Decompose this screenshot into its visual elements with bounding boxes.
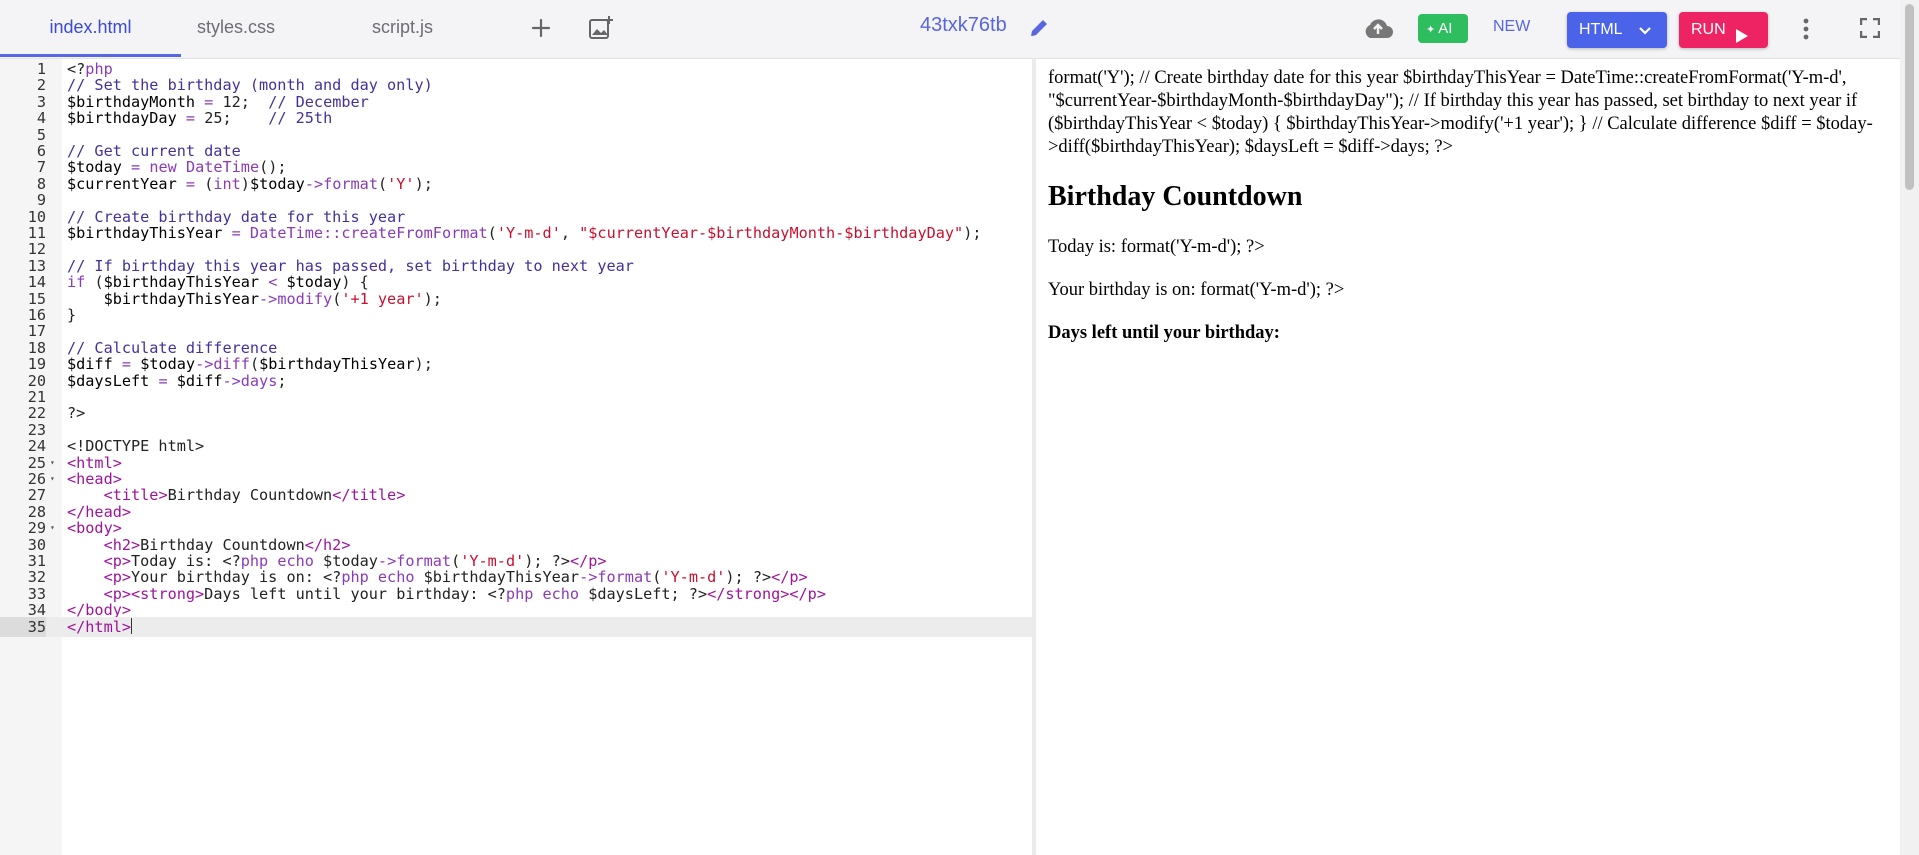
language-dropdown[interactable]: HTML [1567,12,1667,48]
tab-index-html[interactable]: index.html [0,0,181,57]
play-icon [1735,22,1749,58]
sparkle-icon: ✦ [1426,24,1436,36]
preview-php-text: format('Y'); // Create birthday date for… [1048,68,1873,157]
project-name: 43txk76tb [920,14,1007,36]
line-number: 35 [0,616,46,637]
text-caret [131,617,133,634]
tab-script-js[interactable]: script.js [350,0,455,57]
code-editor[interactable]: 1 <?php 2// Set the birthday (month and da… [0,59,1032,855]
code-text: </html> [67,617,133,637]
days-left-label: Days left until your birthday: [1048,323,1280,343]
preview-days-left-line: Days left until your birthday: [1048,323,1880,344]
language-label: HTML [1579,21,1623,38]
ai-button[interactable]: ✦ AI [1418,14,1468,43]
tab-styles-css[interactable]: styles.css [181,0,291,57]
preview-today-line: Today is: format('Y-m-d'); ?> [1048,237,1265,257]
run-label: RUN [1691,21,1726,38]
preview-pane: format('Y'); // Create birthday date for… [1036,59,1900,855]
fullscreen-icon[interactable] [1859,17,1881,43]
code-line[interactable]: 35 </html> [0,616,1032,637]
scrollbar-thumb[interactable] [1905,4,1914,190]
edit-pencil-icon[interactable] [1028,17,1050,44]
run-button[interactable]: RUN [1679,12,1768,48]
add-file-icon[interactable] [530,17,552,44]
top-toolbar: index.html styles.css script.js 43txk76t… [0,0,1900,59]
code-token: </html> [67,617,132,636]
ai-label: AI [1438,20,1453,37]
preview-heading: Birthday Countdown [1048,181,1303,212]
chevron-down-icon [1637,13,1653,49]
add-image-icon[interactable] [588,15,614,46]
cloud-upload-icon[interactable] [1362,16,1394,45]
page-scrollbar[interactable] [1900,0,1919,855]
more-options-icon[interactable] [1802,17,1810,46]
preview-birthday-line: Your birthday is on: format('Y-m-d'); ?> [1048,280,1345,300]
new-button[interactable]: NEW [1493,18,1530,36]
